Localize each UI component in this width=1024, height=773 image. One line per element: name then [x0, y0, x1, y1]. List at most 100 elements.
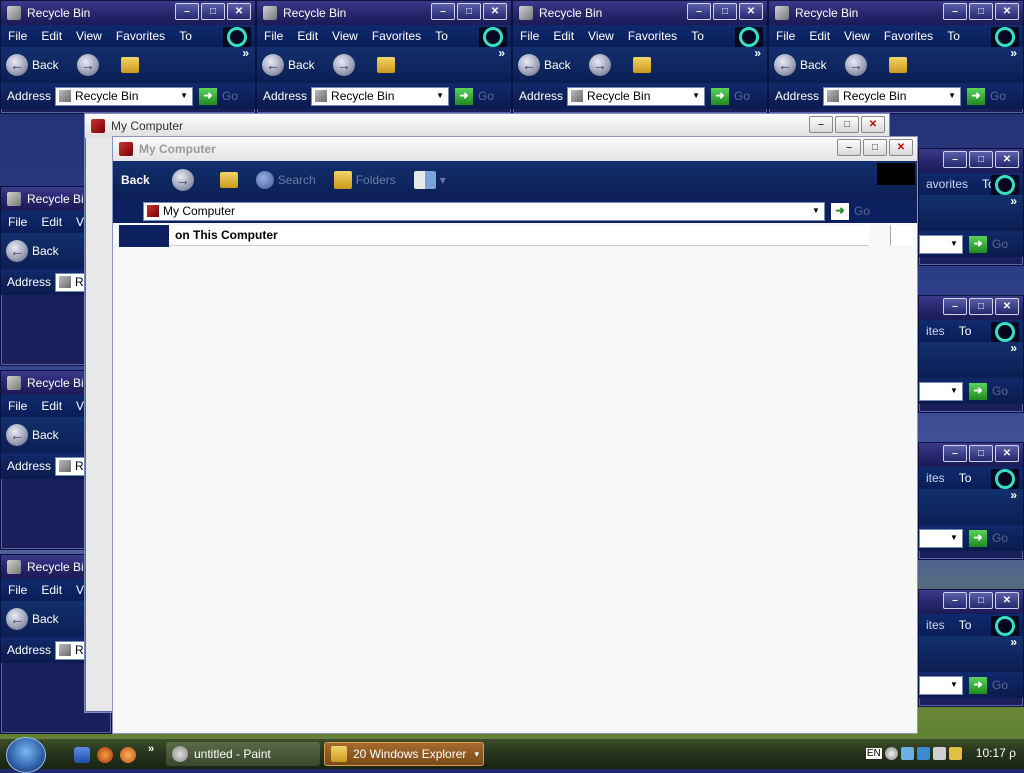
go-button[interactable]: Go — [222, 89, 238, 103]
minimize-button[interactable]: – — [837, 139, 861, 156]
go-button[interactable]: Go — [992, 384, 1008, 398]
maximize-button[interactable]: □ — [835, 116, 859, 133]
chevron-more-icon[interactable]: » — [148, 743, 154, 755]
forward-arrow-icon[interactable]: → — [76, 54, 99, 76]
maximize-button[interactable]: □ — [969, 151, 993, 168]
up-folder-icon[interactable] — [120, 57, 139, 73]
back-arrow-icon[interactable]: ← — [6, 240, 28, 262]
close-button[interactable]: ✕ — [995, 592, 1019, 609]
menu-favorites[interactable]: Favorites — [365, 29, 428, 43]
address-field[interactable]: ▼ — [919, 675, 963, 695]
window-titlebar[interactable]: Recycle Bin – □ ✕ — [769, 1, 1023, 25]
close-button[interactable]: ✕ — [995, 445, 1019, 462]
maximize-button[interactable]: □ — [713, 3, 737, 20]
chevron-more-icon[interactable]: » — [1010, 341, 1017, 355]
back-button[interactable]: Back — [32, 58, 59, 72]
close-button[interactable]: ✕ — [995, 298, 1019, 315]
close-button[interactable]: ✕ — [889, 139, 913, 156]
go-button[interactable]: Go — [854, 204, 870, 218]
minimize-button[interactable]: – — [943, 3, 967, 20]
address-field[interactable]: ▼ — [919, 528, 963, 548]
minimize-button[interactable]: – — [175, 3, 199, 20]
menu-tools[interactable]: To — [428, 29, 455, 43]
chevron-more-icon[interactable]: » — [242, 46, 249, 60]
menu-favorites[interactable]: Favorites — [621, 29, 684, 43]
menu-file[interactable]: File — [1, 399, 34, 413]
chevron-down-icon[interactable]: ▼ — [689, 88, 704, 103]
chevron-down-icon[interactable]: ▼ — [947, 383, 961, 398]
browser-icon[interactable] — [120, 747, 136, 763]
menu-edit[interactable]: Edit — [802, 29, 837, 43]
address-field[interactable]: Recycle Bin ▼ — [823, 86, 962, 106]
chevron-down-icon[interactable]: ▼ — [947, 677, 961, 692]
close-button[interactable]: ✕ — [995, 3, 1019, 20]
up-folder-icon[interactable] — [888, 57, 907, 73]
go-button[interactable]: Go — [992, 531, 1008, 545]
chevron-down-icon[interactable]: ▼ — [809, 203, 823, 218]
maximize-button[interactable]: □ — [969, 298, 993, 315]
menu-edit[interactable]: Edit — [34, 29, 69, 43]
show-desktop-icon[interactable] — [74, 747, 90, 763]
close-button[interactable]: ✕ — [483, 3, 507, 20]
menu-favorites[interactable]: avorites — [919, 177, 975, 191]
minimize-button[interactable]: – — [943, 151, 967, 168]
window-titlebar[interactable]: – □ ✕ — [919, 443, 1023, 467]
task-paint[interactable]: untitled - Paint — [166, 742, 320, 766]
menu-edit[interactable]: Edit — [34, 399, 69, 413]
menu-file[interactable]: File — [1, 583, 34, 597]
search-button[interactable]: Search — [255, 171, 316, 189]
menu-tools[interactable]: To — [952, 471, 979, 485]
vertical-scrollbar[interactable] — [890, 225, 913, 245]
menu-favorites[interactable]: Favorites — [877, 29, 940, 43]
menu-view[interactable]: View — [69, 29, 109, 43]
window-titlebar[interactable]: My Computer – □ ✕ — [113, 137, 917, 161]
go-button[interactable]: Go — [478, 89, 494, 103]
back-arrow-icon[interactable]: ← — [6, 608, 28, 630]
window-titlebar[interactable]: Recycle Bin – □ ✕ — [1, 1, 255, 25]
maximize-button[interactable]: □ — [201, 3, 225, 20]
menu-tools[interactable]: To — [952, 324, 979, 338]
chevron-more-icon[interactable]: » — [1010, 488, 1017, 502]
go-arrow-icon[interactable]: ➜ — [831, 202, 849, 220]
maximize-button[interactable]: □ — [969, 592, 993, 609]
back-button[interactable]: Back — [800, 58, 827, 72]
menu-file[interactable]: File — [1, 215, 34, 229]
window-titlebar[interactable]: – □ ✕ — [919, 296, 1023, 320]
menu-view[interactable]: View — [581, 29, 621, 43]
chevron-down-icon[interactable]: ▼ — [945, 88, 960, 103]
menu-favorites[interactable]: Favorites — [109, 29, 172, 43]
language-indicator[interactable]: EN — [865, 747, 882, 759]
back-button[interactable]: Back — [32, 612, 59, 626]
menu-favorites[interactable]: ites — [919, 324, 952, 338]
back-button[interactable]: Back — [32, 244, 59, 258]
chevron-down-icon[interactable]: ▼ — [947, 530, 961, 545]
go-button[interactable]: Go — [734, 89, 750, 103]
menu-favorites[interactable]: ites — [919, 618, 952, 632]
go-arrow-icon[interactable]: ➜ — [199, 87, 218, 105]
menu-edit[interactable]: Edit — [546, 29, 581, 43]
menu-file[interactable]: File — [257, 29, 290, 43]
window-titlebar[interactable]: My Computer – □ ✕ — [85, 114, 889, 138]
chevron-down-icon[interactable]: ▾ — [440, 173, 446, 187]
menu-view[interactable]: View — [837, 29, 877, 43]
menu-file[interactable]: File — [513, 29, 546, 43]
menu-tools[interactable]: To — [952, 618, 979, 632]
go-arrow-icon[interactable]: ➜ — [969, 676, 987, 694]
address-field[interactable]: My Computer ▼ — [143, 201, 825, 221]
up-folder-icon[interactable] — [219, 172, 238, 188]
menu-edit[interactable]: Edit — [34, 215, 69, 229]
chevron-more-icon[interactable]: » — [1010, 194, 1017, 208]
back-button[interactable]: Back — [288, 58, 315, 72]
go-arrow-icon[interactable]: ➜ — [455, 87, 474, 105]
tray-icon[interactable] — [948, 746, 962, 760]
back-button[interactable]: Back — [32, 428, 59, 442]
forward-arrow-icon[interactable]: → — [588, 54, 611, 76]
close-button[interactable]: ✕ — [739, 3, 763, 20]
back-arrow-icon[interactable]: ← — [6, 54, 28, 76]
chevron-more-icon[interactable]: » — [1010, 635, 1017, 649]
go-arrow-icon[interactable]: ➜ — [711, 87, 730, 105]
address-field[interactable]: Recycle Bin ▼ — [567, 86, 706, 106]
network-icon[interactable] — [916, 746, 930, 760]
back-button[interactable]: Back — [544, 58, 571, 72]
address-field[interactable]: ▼ — [919, 234, 963, 254]
